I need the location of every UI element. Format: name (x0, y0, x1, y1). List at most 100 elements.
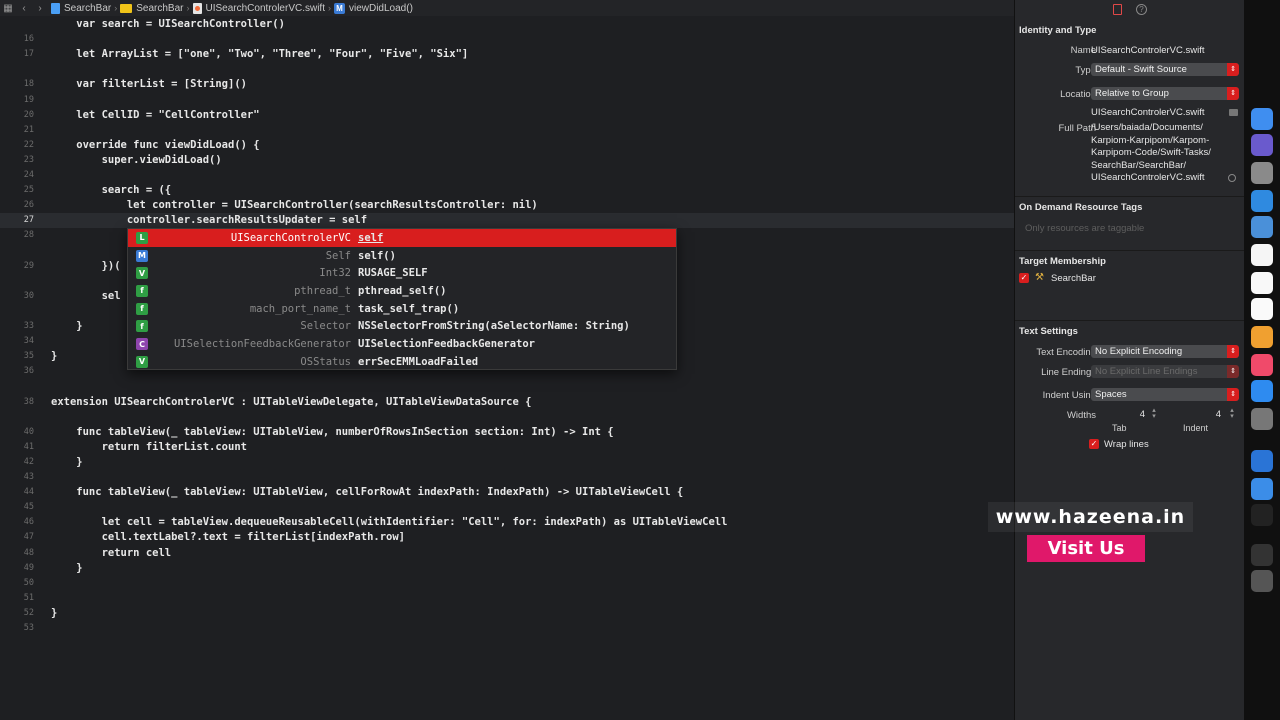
code-text: extension UISearchControlerVC : UITableV… (51, 395, 532, 408)
code-text: var filterList = [String]() (51, 78, 247, 91)
code-line[interactable]: 26 let controller = UISearchController(s… (0, 198, 1014, 213)
code-line[interactable]: 18 var filterList = [String]() (0, 77, 1014, 92)
type-popup-value: Default - Swift Source (1095, 64, 1187, 75)
code-line[interactable]: 20 let CellID = "CellController" (0, 108, 1014, 123)
code-completion-popup[interactable]: L UISearchControlerVC self M Self self() V Int3… (127, 228, 677, 370)
indent-width-field[interactable]: 4 (1211, 409, 1221, 420)
quick-help-icon[interactable]: ? (1136, 3, 1147, 15)
widths-label: Widths (1066, 410, 1096, 421)
photos-icon[interactable] (1251, 326, 1273, 348)
system-preferences-icon[interactable] (1251, 408, 1273, 430)
code-line[interactable]: 43 (0, 470, 1014, 485)
code-line[interactable]: 50 (0, 576, 1014, 591)
line-number: 50 (23, 577, 34, 588)
forward-chevron-icon[interactable]: › (32, 0, 48, 16)
breadcrumb-file[interactable]: UISearchControlerVC.swift (190, 2, 328, 14)
code-line[interactable]: 25 search = ({ (0, 183, 1014, 198)
code-text: let controller = UISearchController(sear… (51, 199, 538, 212)
code-line[interactable]: 52} (0, 606, 1014, 621)
xcode-icon[interactable] (1251, 450, 1273, 472)
line-endings-popup[interactable]: No Explicit Line Endings ⇕ (1091, 365, 1239, 378)
grid-icon[interactable]: ▦ (0, 0, 16, 16)
code-line[interactable]: 48 return cell (0, 546, 1014, 561)
code-line[interactable] (0, 379, 1014, 394)
code-line[interactable]: 49 } (0, 561, 1014, 576)
location-popup-value: Relative to Group (1095, 88, 1169, 99)
code-line[interactable]: 41 return filterList.count (0, 440, 1014, 455)
line-number: 38 (23, 396, 34, 407)
line-number: 49 (23, 562, 34, 573)
preview-icon[interactable] (1251, 544, 1273, 566)
completion-item[interactable]: f pthread_t pthread_self() (128, 282, 676, 300)
code-line[interactable]: 46 let cell = tableView.dequeueReusableC… (0, 515, 1014, 530)
code-text: let CellID = "CellController" (51, 108, 260, 121)
breadcrumb-group[interactable]: SearchBar (117, 3, 186, 14)
back-chevron-icon[interactable]: ‹ (16, 0, 32, 16)
popup-arrows-icon: ⇕ (1227, 388, 1239, 401)
code-line[interactable]: 38 extension UISearchControlerVC : UITabl… (0, 395, 1014, 410)
code-line[interactable]: 21 (0, 123, 1014, 138)
code-line[interactable]: 24 (0, 168, 1014, 183)
code-line[interactable]: 16 (0, 32, 1014, 47)
line-number: 43 (23, 472, 34, 482)
calendar-icon[interactable] (1251, 244, 1273, 266)
music-icon[interactable] (1251, 354, 1273, 376)
code-line[interactable]: 44 func tableView(_ tableView: UITableVi… (0, 485, 1014, 500)
tab-width-field[interactable]: 4 (1135, 409, 1145, 420)
completion-type: UISearchControlerVC (230, 231, 351, 244)
breadcrumb-label: UISearchControlerVC.swift (205, 2, 325, 14)
code-line[interactable]: 17 let ArrayList = ["one", "Two", "Three… (0, 47, 1014, 62)
code-line[interactable]: 47 cell.textLabel?.text = filterList[ind… (0, 530, 1014, 545)
choose-folder-icon[interactable] (1229, 109, 1238, 116)
terminal-icon[interactable] (1251, 504, 1273, 526)
reveal-in-finder-icon[interactable] (1228, 174, 1236, 182)
type-popup[interactable]: Default - Swift Source ⇕ (1091, 63, 1239, 76)
code-line[interactable]: 22 override func viewDidLoad() { (0, 138, 1014, 153)
indent-using-popup[interactable]: Spaces ⇕ (1091, 388, 1239, 401)
code-line[interactable]: 40 func tableView(_ tableView: UITableVi… (0, 425, 1014, 440)
trash-icon[interactable] (1251, 570, 1273, 592)
code-line[interactable] (0, 62, 1014, 77)
code-line[interactable]: 53 (0, 621, 1014, 636)
code-line[interactable]: 23 super.viewDidLoad() (0, 153, 1014, 168)
indent-width-stepper[interactable]: ▴ ▾ (1229, 407, 1235, 420)
line-number: 44 (23, 487, 34, 498)
breadcrumb-method[interactable]: M viewDidLoad() (331, 2, 416, 14)
completion-item[interactable]: f Selector NSSelectorFromString(aSelectorN… (128, 318, 676, 336)
chrome-icon[interactable] (1251, 216, 1273, 238)
watermark-url[interactable]: www.hazeena.in (988, 502, 1193, 532)
completion-item[interactable]: V Int32 RUSAGE_SELF (128, 264, 676, 282)
launchpad-icon[interactable] (1251, 162, 1273, 184)
code-line[interactable]: 45 (0, 500, 1014, 515)
line-number: 28 (23, 230, 34, 241)
siri-icon[interactable] (1251, 134, 1273, 156)
completion-item[interactable]: f mach_port_name_t task_self_trap() (128, 300, 676, 318)
notes-icon[interactable] (1251, 272, 1273, 294)
completion-item[interactable]: V OSStatus errSecEMMLoadFailed (128, 353, 676, 371)
code-line[interactable] (0, 410, 1014, 425)
target-checkbox[interactable]: ✓ (1019, 273, 1029, 283)
completion-item[interactable]: M Self self() (128, 247, 676, 265)
appstore-icon[interactable] (1251, 380, 1273, 402)
visit-us-button[interactable]: Visit Us (1027, 535, 1145, 562)
code-line[interactable]: 42 } (0, 455, 1014, 470)
safari-icon[interactable] (1251, 190, 1273, 212)
wrap-lines-checkbox[interactable]: ✓ (1089, 439, 1099, 449)
finder-icon[interactable] (1251, 108, 1273, 130)
completion-kind-icon: f (136, 284, 148, 297)
breadcrumb-project[interactable]: SearchBar (48, 2, 114, 14)
path-line: Karpipom-Code/Swift-Tasks/ (1091, 147, 1211, 158)
location-popup[interactable]: Relative to Group ⇕ (1091, 87, 1239, 100)
mail-icon[interactable] (1251, 478, 1273, 500)
reminders-icon[interactable] (1251, 298, 1273, 320)
name-field[interactable]: UISearchControlerVC.swift (1091, 45, 1205, 56)
code-line[interactable]: 51 (0, 591, 1014, 606)
completion-item[interactable]: C UISelectionFeedbackGenerator UISelection… (128, 335, 676, 353)
completion-item[interactable]: L UISearchControlerVC self (128, 229, 676, 247)
file-inspector-icon[interactable] (1113, 3, 1122, 15)
text-encoding-popup[interactable]: No Explicit Encoding ⇕ (1091, 345, 1239, 358)
tab-width-stepper[interactable]: ▴ ▾ (1151, 407, 1157, 420)
code-line[interactable]: var search = UISearchController() (0, 17, 1014, 32)
code-line[interactable]: 19 (0, 93, 1014, 108)
code-line[interactable]: 27 controller.searchResultsUpdater = sel… (0, 213, 1014, 229)
